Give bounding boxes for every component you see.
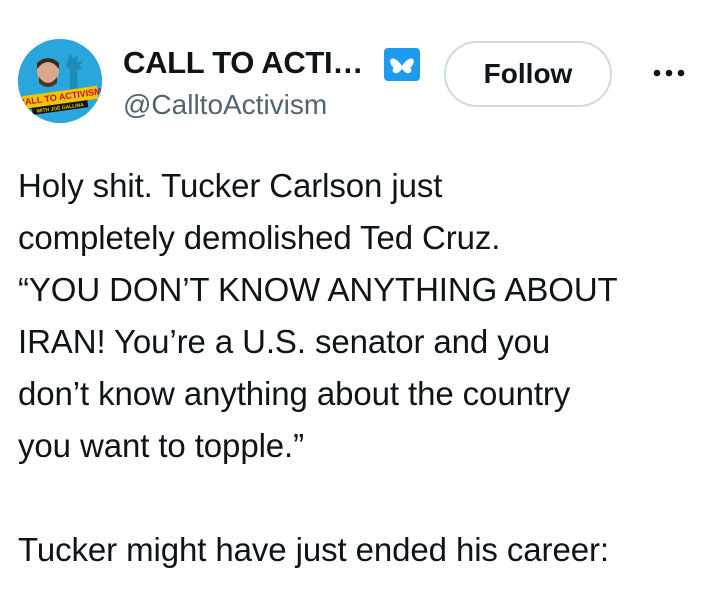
verified-icon [384,48,420,81]
follow-button[interactable]: Follow [444,41,612,107]
avatar[interactable]: CALL TO ACTIVISM WITH JOE GALLINA [18,39,102,123]
more-options-icon[interactable] [648,60,690,86]
author-handle[interactable]: @CalltoActivism [123,88,327,122]
avatar-image: CALL TO ACTIVISM WITH JOE GALLINA [18,39,102,123]
tweet-text: Holy shit. Tucker Carlson just completel… [18,167,618,568]
tweet-card: CALL TO ACTIVISM WITH JOE GALLINA CALL T… [0,0,709,596]
author-display-name[interactable]: CALL TO ACTI… [123,45,363,81]
